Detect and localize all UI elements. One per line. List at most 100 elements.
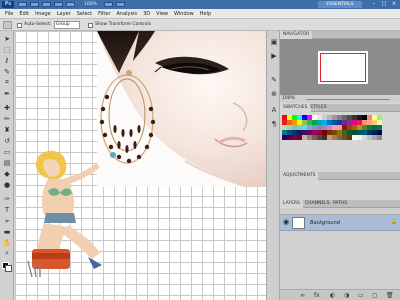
layer-style-icon[interactable]: fx: [314, 292, 320, 299]
quick-select-tool-icon[interactable]: ✎: [2, 67, 12, 76]
clone-source-panel-icon[interactable]: ⊕: [269, 89, 279, 99]
link-layers-icon[interactable]: ∞: [300, 292, 305, 299]
shape-tool-icon[interactable]: ▬: [2, 227, 12, 236]
lasso-tool-icon[interactable]: ℓ: [2, 56, 12, 65]
layer-name[interactable]: Background: [310, 215, 340, 231]
tab-styles[interactable]: STYLES: [307, 104, 330, 112]
minimize-icon[interactable]: –: [370, 1, 378, 8]
eyedropper-tool-icon[interactable]: ✒: [2, 89, 12, 98]
show-transform-label: Show Transform Controls: [95, 22, 151, 27]
auto-select-label: Auto-Select:: [24, 22, 52, 27]
paragraph-panel-icon[interactable]: ¶: [269, 119, 279, 129]
auto-select-checkbox[interactable]: [17, 23, 22, 28]
close-icon[interactable]: ×: [390, 1, 398, 8]
crop-tool-icon[interactable]: ⌗: [2, 78, 12, 87]
path-selection-tool-icon[interactable]: ➢: [2, 216, 12, 225]
tab-layers[interactable]: LAYERS: [280, 200, 303, 208]
move-tool-preset-icon[interactable]: [3, 21, 12, 29]
layers-tab-bar: LAYERS CHANNELS PATHS: [280, 200, 400, 208]
workspace-button[interactable]: ESSENTIALS: [318, 1, 362, 8]
collapsed-panel-dock: ▣ ▶ ✎ ⊕ A ¶: [266, 31, 280, 300]
navigator-zoom-bar: 100%: [280, 95, 400, 103]
tab-paths[interactable]: PATHS: [330, 200, 350, 208]
marquee-tool-icon[interactable]: ⬚: [2, 45, 12, 54]
tab-adjustments[interactable]: ADJUSTMENTS: [280, 172, 319, 180]
panel-stack: NAVIGATOR 100% SWATCHES STYLES ADJUSTMEN…: [280, 31, 400, 300]
new-layer-icon[interactable]: ▢: [372, 292, 378, 299]
tab-navigator[interactable]: NAVIGATOR: [280, 31, 313, 39]
healing-brush-tool-icon[interactable]: ✚: [2, 103, 12, 112]
swatches-tab-bar: SWATCHES STYLES: [280, 104, 400, 112]
menu-window[interactable]: Window: [174, 9, 194, 19]
navigator-zoom-value[interactable]: 100%: [282, 95, 295, 103]
delete-layer-icon[interactable]: 🗑: [386, 292, 394, 299]
type-tool-icon[interactable]: T: [2, 205, 12, 214]
navigator-zoom-slider[interactable]: [306, 99, 390, 100]
menu-help[interactable]: Help: [200, 9, 211, 19]
navigator-tab-bar: NAVIGATOR: [280, 31, 400, 39]
photoshop-window: Ps 100% ESSENTIALS – □ × File Edit Image…: [0, 0, 400, 300]
menu-3d[interactable]: 3D: [143, 9, 150, 19]
brush-panel-icon[interactable]: ✎: [269, 75, 279, 85]
hand-tool-icon[interactable]: ✋: [2, 238, 12, 247]
hand-view-icon[interactable]: [54, 2, 63, 7]
zoom-tool-icon[interactable]: ⌕: [2, 249, 12, 258]
maximize-icon[interactable]: □: [380, 1, 388, 8]
menu-edit[interactable]: Edit: [19, 9, 29, 19]
background-color-swatch[interactable]: [5, 265, 12, 272]
launch-mini-bridge-icon[interactable]: [30, 2, 39, 7]
navigator-view-box[interactable]: [320, 53, 366, 82]
layers-footer: ∞ fx ◐ ◑ ▭ ▢ 🗑: [280, 289, 400, 300]
layer-thumbnail: [292, 217, 305, 229]
clone-stamp-tool-icon[interactable]: ♜: [2, 125, 12, 134]
layer-lock-icon: 🔒: [390, 218, 398, 225]
launch-bridge-icon[interactable]: [18, 2, 27, 7]
actions-panel-icon[interactable]: ▶: [269, 51, 279, 61]
menu-filter[interactable]: Filter: [98, 9, 110, 19]
layer-mask-icon[interactable]: ◐: [330, 292, 335, 299]
layer-visibility-eye-icon[interactable]: ◉: [283, 218, 289, 226]
layers-list-area: [280, 231, 400, 289]
history-panel-icon[interactable]: ▣: [269, 37, 279, 47]
menu-analysis[interactable]: Analysis: [117, 9, 138, 19]
zoom-view-icon[interactable]: [66, 2, 75, 7]
zoom-level[interactable]: 100%: [84, 1, 97, 8]
view-extras-icon[interactable]: [42, 2, 51, 7]
menu-file[interactable]: File: [5, 9, 13, 19]
history-brush-tool-icon[interactable]: ↺: [2, 136, 12, 145]
character-panel-icon[interactable]: A: [269, 105, 279, 115]
menu-layer[interactable]: Layer: [57, 9, 71, 19]
swatches-panel: [280, 112, 400, 172]
swatch-grid[interactable]: [282, 115, 398, 140]
tab-swatches[interactable]: SWATCHES: [280, 104, 311, 112]
options-bar: Auto-Select: Group Show Transform Contro…: [0, 19, 400, 31]
arrange-documents-icon[interactable]: [104, 2, 113, 7]
pinup-figure: [27, 150, 102, 278]
blur-tool-icon[interactable]: ◆: [2, 169, 12, 178]
show-transform-checkbox[interactable]: [88, 23, 93, 28]
adjustments-tab-bar: ADJUSTMENTS: [280, 172, 400, 180]
move-tool-icon[interactable]: ➤: [2, 34, 12, 43]
layer-row[interactable]: ◉ Background 🔒: [280, 215, 400, 231]
navigator-preview[interactable]: [280, 39, 400, 95]
adjustments-panel: [280, 180, 400, 200]
eraser-tool-icon[interactable]: ▭: [2, 147, 12, 156]
document-canvas[interactable]: [15, 31, 280, 300]
dodge-tool-icon[interactable]: ●: [2, 180, 12, 189]
tab-channels[interactable]: CHANNELS: [302, 200, 333, 208]
photoshop-logo-icon: Ps: [2, 1, 14, 8]
menu-select[interactable]: Select: [77, 9, 92, 19]
gradient-tool-icon[interactable]: ▤: [2, 158, 12, 167]
adjustment-layer-icon[interactable]: ◑: [344, 292, 349, 299]
brush-tool-icon[interactable]: ✏: [2, 114, 12, 123]
new-group-icon[interactable]: ▭: [358, 292, 364, 299]
menu-image[interactable]: Image: [35, 9, 51, 19]
menu-view[interactable]: View: [156, 9, 168, 19]
color-swatch[interactable]: [377, 135, 382, 140]
pen-tool-icon[interactable]: ✑: [2, 194, 12, 203]
menu-bar: File Edit Image Layer Select Filter Anal…: [0, 9, 400, 19]
tools-panel: ➤ ⬚ ℓ ✎ ⌗ ✒ ✚ ✏ ♜ ↺ ▭ ▤ ◆ ● ✑ T ➢ ▬ ✋ ⌕: [0, 31, 14, 300]
auto-select-dropdown[interactable]: Group: [54, 21, 80, 29]
screen-mode-icon[interactable]: [116, 2, 125, 7]
layers-controls-bar: [280, 208, 400, 215]
